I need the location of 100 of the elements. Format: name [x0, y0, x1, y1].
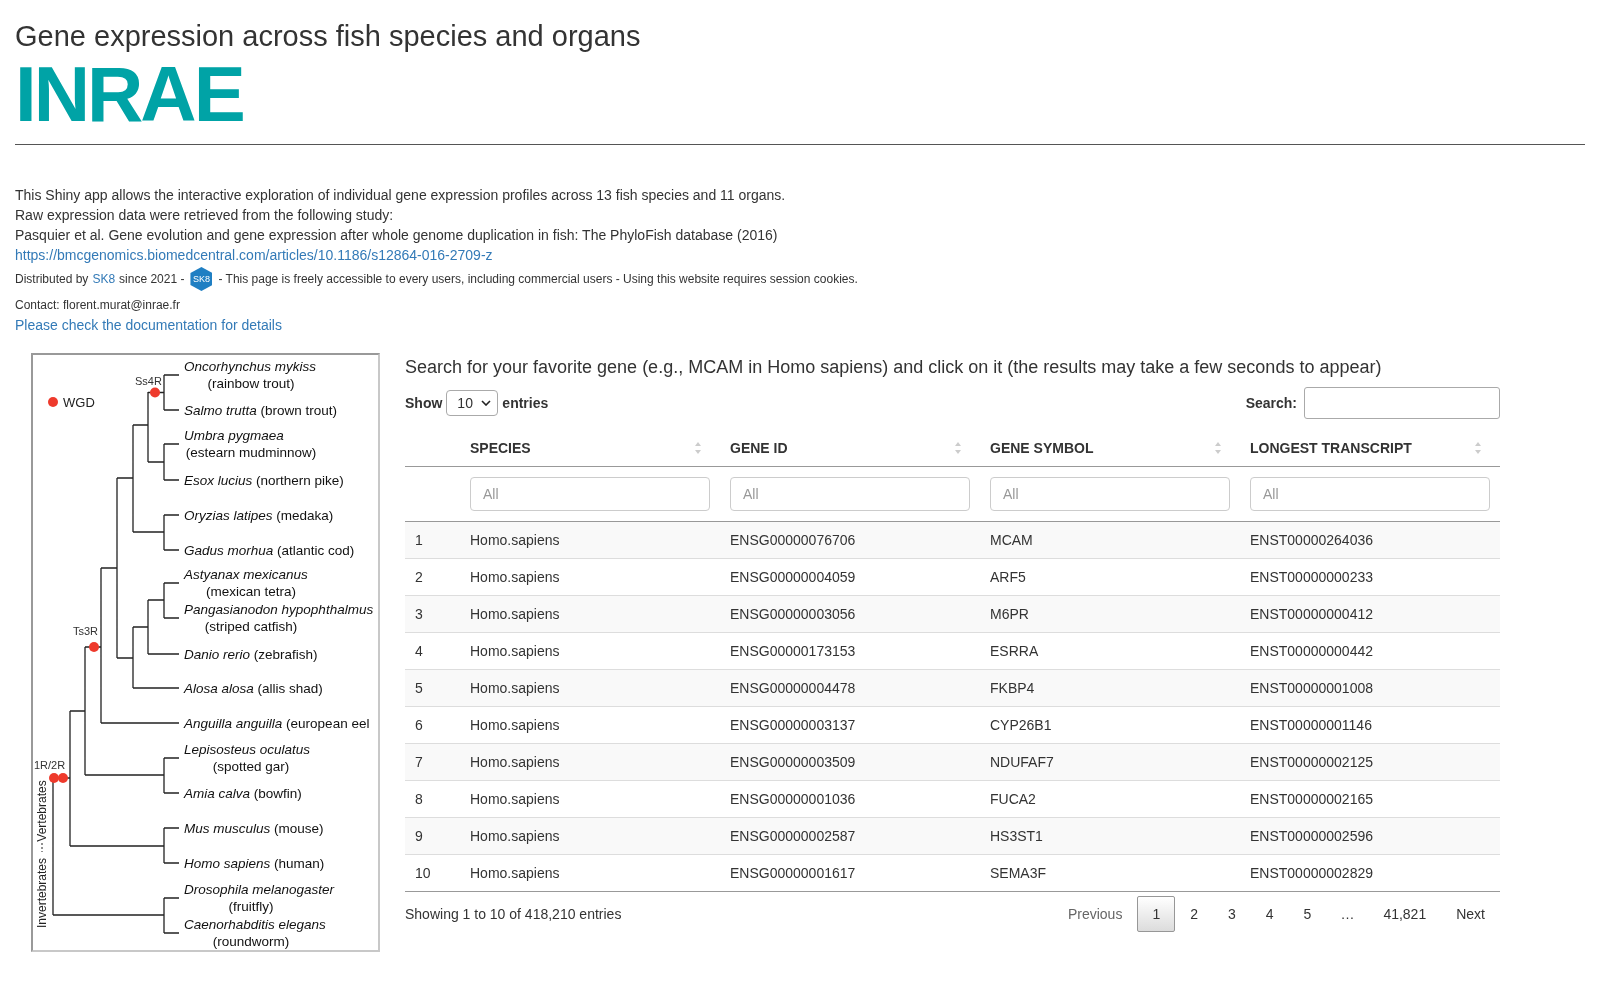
species-label: Pangasianodon hypophthalmus (striped catfish): [184, 602, 374, 634]
table-cell: Homo.sapiens: [460, 743, 720, 781]
row-number: 6: [405, 706, 460, 744]
species-label: Mus musculus (mouse): [184, 821, 324, 836]
species-label: Amia calva (bowfin): [184, 786, 302, 801]
table-cell: ENSG00000173153: [720, 632, 980, 670]
sort-icon[interactable]: [694, 441, 702, 455]
row-number: 7: [405, 743, 460, 781]
table-cell: Homo.sapiens: [460, 632, 720, 670]
table-cell: ENSG00000076706: [720, 521, 980, 559]
column-filter-field[interactable]: All: [470, 477, 710, 511]
column-header[interactable]: GENE ID: [730, 440, 788, 456]
table-cell: Homo.sapiens: [460, 521, 720, 559]
species-label: Salmo trutta (brown trout): [184, 403, 338, 418]
table-cell: ESRRA: [980, 632, 1240, 670]
species-label: Oncorhynchus mykiss (rainbow trout): [184, 359, 317, 391]
intro-text: This Shiny app allows the interactive exploration of individual gene expression profiles across 13 fish species and 11 organs.: [15, 186, 787, 205]
documentation-link[interactable]: Please check the documentation for details: [15, 317, 282, 333]
event-label: Ss4R: [135, 375, 162, 387]
intro-text: Pasquier et al. Gene evolution and gene expression after whole genome duplication in fish: The PhyloFish database (2016): [15, 226, 779, 245]
intro-text: Raw expression data were retrieved from the following study:: [15, 206, 395, 225]
table-cell: Homo.sapiens: [460, 780, 720, 818]
table-cell: ENST00000002165: [1240, 780, 1500, 818]
pagination-page-button[interactable]: 1: [1137, 896, 1176, 932]
row-number: 8: [405, 780, 460, 818]
table-cell: ENSG00000003056: [720, 595, 980, 633]
table-cell: ENSG00000003137: [720, 706, 980, 744]
show-label: Show: [405, 395, 443, 411]
table-cell: ENST00000001146: [1240, 706, 1500, 744]
column-header[interactable]: SPECIES: [470, 440, 531, 456]
column-filter-field[interactable]: All: [990, 477, 1230, 511]
legend-label: WGD: [63, 395, 95, 410]
row-number: 9: [405, 817, 460, 855]
column-filter-field[interactable]: All: [730, 477, 970, 511]
contact-text: Contact: florent.murat@inrae.fr: [15, 297, 181, 314]
table-cell: NDUFAF7: [980, 743, 1240, 781]
group-label: Invertebrates: [35, 858, 49, 928]
pagination-ellipsis: …: [1339, 906, 1356, 922]
species-label: Lepisosteus oculatus (spotted gar): [184, 742, 311, 774]
species-label: Umbra pygmaea (estearn mudminnow): [184, 428, 317, 460]
page-title: Gene expression across fish species and organs: [15, 19, 642, 54]
column-filter-field[interactable]: All: [1250, 477, 1490, 511]
species-label: Gadus morhua (atlantic cod): [184, 543, 355, 558]
pagination-page-button[interactable]: 3: [1213, 896, 1251, 932]
pagination-page-button[interactable]: 5: [1288, 896, 1327, 932]
table-cell: FKBP4: [980, 669, 1240, 707]
sort-icon[interactable]: [954, 441, 962, 455]
sk8-link[interactable]: SK8: [92, 268, 116, 290]
table-cell: ENST00000000233: [1240, 558, 1500, 596]
species-label: Anguilla anguilla (european eel: [184, 716, 370, 731]
table-cell: Homo.sapiens: [460, 854, 720, 891]
pagination-page-button[interactable]: 41,821: [1368, 896, 1442, 932]
chevron-down-icon: [481, 400, 492, 406]
distribution-text: since 2021 -: [119, 271, 185, 288]
table-cell: ENSG00000002587: [720, 817, 980, 855]
table-cell: Homo.sapiens: [460, 595, 720, 633]
row-number: 3: [405, 595, 460, 633]
row-number: 5: [405, 669, 460, 707]
species-label: Danio rerio (zebrafish): [184, 647, 318, 662]
pagination-page-button[interactable]: 2: [1175, 896, 1213, 932]
column-header[interactable]: LONGEST TRANSCRIPT: [1250, 440, 1412, 456]
species-label: Astyanax mexicanus (mexican tetra): [184, 567, 308, 599]
table-cell: HS3ST1: [980, 817, 1240, 855]
pagination-nav-button[interactable]: Next: [1441, 896, 1500, 932]
table-cell: ENST00000000442: [1240, 632, 1500, 670]
group-label: Vertebrates: [35, 780, 49, 842]
table-info: Showing 1 to 10 of 418,210 entries: [405, 906, 622, 922]
notice-text: - This page is freely accessible to every users, including commercial users - Using this website requires session cookies.: [218, 271, 858, 288]
search-label: Search:: [1245, 395, 1297, 411]
search-field[interactable]: [1304, 387, 1500, 419]
table-cell: ENSG00000004478: [720, 669, 980, 707]
sort-icon[interactable]: [1474, 441, 1482, 455]
table-cell: ENST00000002125: [1240, 743, 1500, 781]
sort-icon[interactable]: [1214, 441, 1222, 455]
table-cell: ENSG00000001617: [720, 854, 980, 891]
table-cell: MCAM: [980, 521, 1240, 559]
table-cell: Homo.sapiens: [460, 706, 720, 744]
logo: INRAE: [15, 62, 243, 126]
column-header[interactable]: GENE SYMBOL: [990, 440, 1094, 456]
study-link[interactable]: https://bmcgenomics.biomedcentral.com/articles/10.1186/s12864-016-2709-z: [15, 247, 493, 263]
table-cell: ENSG00000001036: [720, 780, 980, 818]
table-cell: SEMA3F: [980, 854, 1240, 891]
page-length-select[interactable]: 10: [446, 390, 499, 416]
event-label: Ts3R: [73, 625, 99, 637]
species-label: Alosa alosa (allis shad): [184, 681, 323, 696]
table-cell: ENST00000002829: [1240, 854, 1500, 891]
table-cell: FUCA2: [980, 780, 1240, 818]
species-label: Homo sapiens (human): [184, 856, 325, 871]
species-label: Esox lucius (northern pike): [184, 473, 344, 488]
table-cell: ENST00000000412: [1240, 595, 1500, 633]
species-label: Drosophila melanogaster (fruitfly): [184, 882, 335, 914]
table-cell: ENST00000002596: [1240, 817, 1500, 855]
species-label: Oryzias latipes (medaka): [184, 508, 334, 523]
pagination-page-button[interactable]: 4: [1250, 896, 1289, 932]
table-cell: Homo.sapiens: [460, 669, 720, 707]
event-label: 1R/2R: [34, 759, 66, 771]
table-cell: ENST00000001008: [1240, 669, 1500, 707]
table-cell: CYP26B1: [980, 706, 1240, 744]
species-label: Caenorhabditis elegans (roundworm): [184, 917, 326, 949]
row-number: 4: [405, 632, 460, 670]
